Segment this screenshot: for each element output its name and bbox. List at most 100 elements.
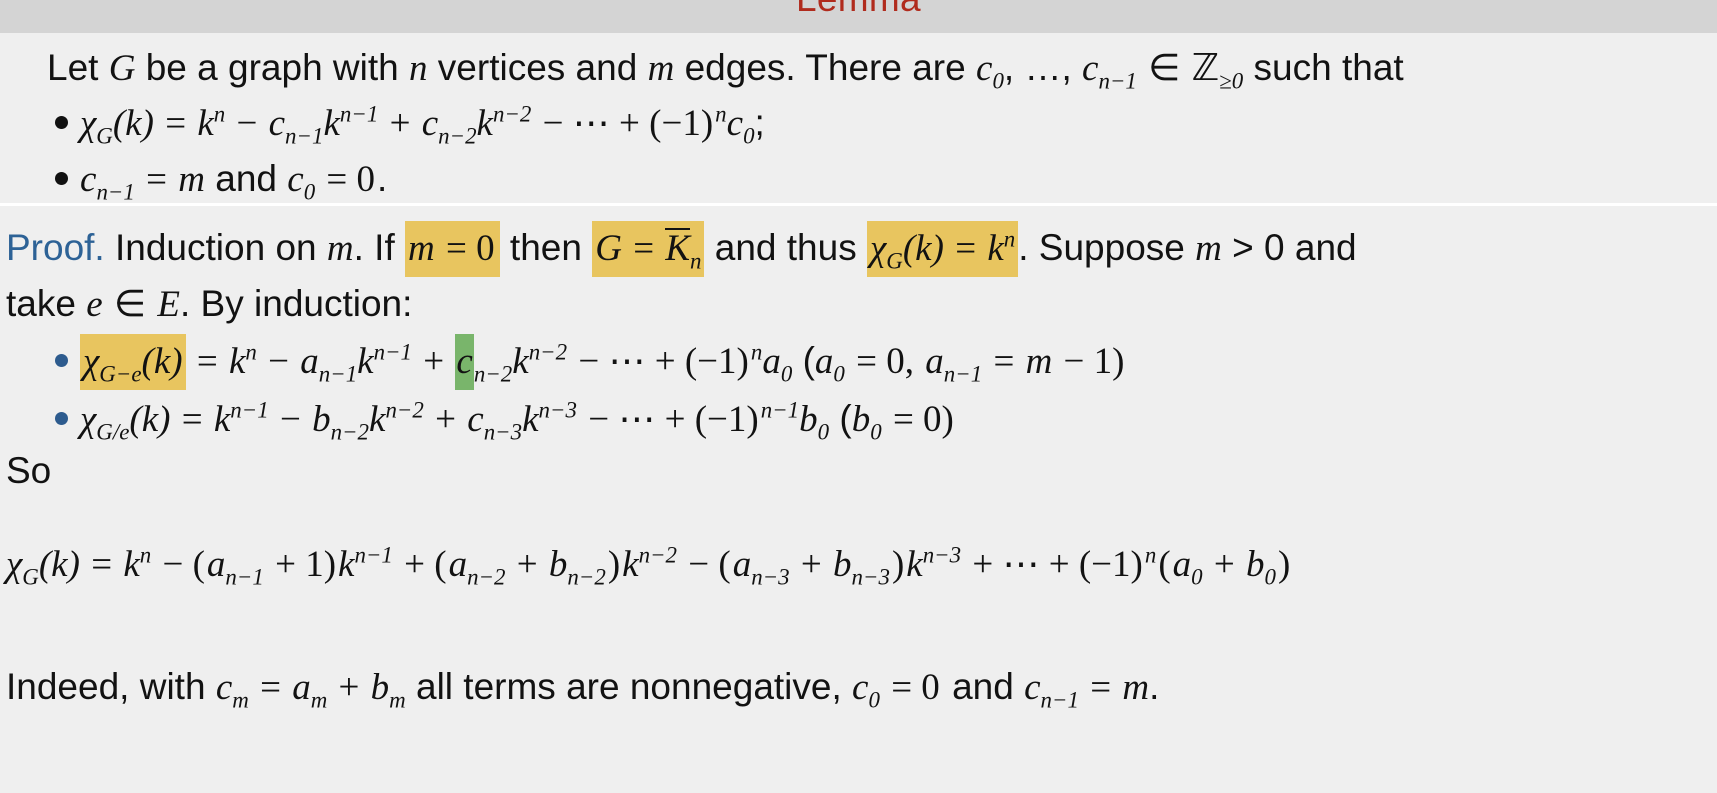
- chi-argument: (k): [902, 228, 944, 269]
- var-c-2: c: [1082, 48, 1099, 89]
- coef-cn-sub: n−1: [96, 179, 135, 205]
- var-m-hl: m: [408, 228, 435, 269]
- coef-b-0-sub: 0: [1264, 564, 1276, 590]
- coef-c-0: c: [726, 103, 744, 144]
- plus-sign: +: [507, 544, 547, 585]
- cond-b0-equals-0: = 0): [883, 399, 954, 440]
- cond-a0: a: [814, 341, 834, 382]
- proof-text-2: . If: [353, 227, 406, 268]
- var-e: e: [86, 284, 103, 325]
- var-k-3: k: [622, 544, 639, 585]
- take-text: take: [6, 283, 87, 324]
- var-k-1: k: [197, 103, 214, 144]
- cond-a0-equals-0: = 0,: [846, 341, 924, 382]
- coef-a-0-sub: 0: [780, 361, 793, 387]
- coef-c-0-sub: 0: [743, 123, 755, 149]
- exp-n-minus-1: n−1: [354, 542, 393, 568]
- and-text: and: [941, 666, 1025, 707]
- coef-a-n-2-sub: n−2: [467, 564, 506, 590]
- var-k-2: k: [323, 103, 340, 144]
- coef-c-2: c: [421, 103, 439, 144]
- coef-b-0: b: [799, 399, 818, 440]
- var-m: m: [178, 159, 205, 200]
- indeed-text-1: Indeed, with: [6, 666, 216, 707]
- plus-sign: +: [380, 103, 420, 144]
- var-k-1: k: [228, 341, 246, 382]
- so-text: So: [6, 450, 52, 491]
- chi-symbol: χ: [80, 399, 97, 440]
- and-text: and: [204, 158, 288, 199]
- plus-sign: +: [329, 667, 369, 708]
- coef-c-sub: n−2: [473, 361, 513, 387]
- equals-sign-2: =: [1080, 667, 1121, 708]
- minus-one-paren: − 1): [1054, 341, 1125, 382]
- var-m: m: [647, 48, 675, 89]
- chi-argument: (k): [38, 544, 80, 585]
- cond-b0-sub: 0: [870, 419, 882, 445]
- chi-symbol: χ: [6, 544, 23, 585]
- minus-sign: −: [258, 341, 299, 382]
- coef-a-m: a: [292, 667, 311, 708]
- coef-a-n-1-sub: n−1: [225, 564, 264, 590]
- highlight-chi-equals-k-to-n: χG(k) = kn: [867, 221, 1019, 277]
- coef-c-1: c: [467, 399, 484, 440]
- minus-open-paren-2: − (: [679, 544, 731, 585]
- period: .: [377, 158, 388, 199]
- open-paren-final: (: [1158, 544, 1171, 585]
- minus-sign: −: [227, 103, 267, 144]
- coef-b-n-3-sub: n−3: [851, 564, 890, 590]
- var-k-3: k: [476, 103, 493, 144]
- exp-n-minus-3: n−3: [922, 542, 962, 568]
- coef-c-1: c: [268, 103, 286, 144]
- coef-c: c: [456, 341, 473, 382]
- exp-sign-n-minus-1: n−1: [760, 397, 800, 423]
- var-k-2: k: [338, 544, 355, 585]
- equals-sign: =: [136, 159, 177, 200]
- equals-sign: =: [172, 399, 212, 440]
- highlight-G-equals-complete-complement: G = Kn: [592, 221, 705, 277]
- coef-a-0: a: [1172, 544, 1192, 585]
- exp-n-minus-2: n−2: [385, 397, 424, 423]
- var-k-3: k: [522, 399, 539, 440]
- sub-n-minus-1: n−1: [1098, 68, 1137, 94]
- plus-sign-2: +: [791, 544, 832, 585]
- blackboard-Z: ℤ: [1191, 48, 1220, 89]
- coef-b-0-sub: 0: [817, 419, 830, 445]
- equals-sign: =: [81, 544, 122, 585]
- coef-a-m-sub: m: [310, 687, 328, 713]
- coef-b-n-3: b: [833, 544, 852, 585]
- element-of-symbol: ∈: [1138, 48, 1190, 89]
- coef-a-n-2: a: [448, 544, 468, 585]
- exp-n: n: [139, 542, 152, 568]
- var-m: m: [1025, 341, 1053, 382]
- paren-open: (: [792, 340, 815, 381]
- var-E: E: [157, 284, 180, 325]
- equals-sign: =: [984, 341, 1024, 382]
- var-k-2: k: [369, 399, 386, 440]
- highlight-m-equals-0: m = 0: [405, 221, 500, 277]
- element-of-symbol: ∈: [104, 284, 156, 325]
- exp-n-minus-3: n−3: [538, 397, 577, 423]
- coef-a-n-1: a: [206, 544, 226, 585]
- proof-text-4: and thus: [704, 227, 867, 268]
- lemma-bullet-item-1: χG(k) = kn − cn−1kn−1 + cn−2kn−2 − ⋯ + (…: [55, 103, 765, 147]
- lemma-text-1: Let: [47, 47, 109, 88]
- var-k-1: k: [123, 544, 140, 585]
- plus-sign-3: +: [1204, 544, 1245, 585]
- chi-subscript-G: G: [22, 564, 39, 590]
- var-k-4: k: [906, 544, 923, 585]
- lemma-text-6: such that: [1243, 47, 1404, 88]
- chi-argument: (k): [129, 399, 171, 440]
- coef-a-0-sub: 0: [1191, 564, 1203, 590]
- cond-b0: b: [851, 399, 871, 440]
- var-k-1: k: [213, 399, 231, 440]
- equals-zero: = 0: [436, 228, 495, 269]
- sub-ge-0: ≥0: [1219, 68, 1244, 94]
- chi-argument: (k): [112, 103, 154, 144]
- coef-a-0: a: [762, 341, 781, 382]
- exp-n-minus-2: n−2: [638, 542, 678, 568]
- header-band: Lemma: [0, 0, 1717, 33]
- lemma-text-5: , …,: [1003, 47, 1083, 88]
- var-G-hl: G: [595, 228, 622, 269]
- lemma-text-3: vertices and: [427, 47, 648, 88]
